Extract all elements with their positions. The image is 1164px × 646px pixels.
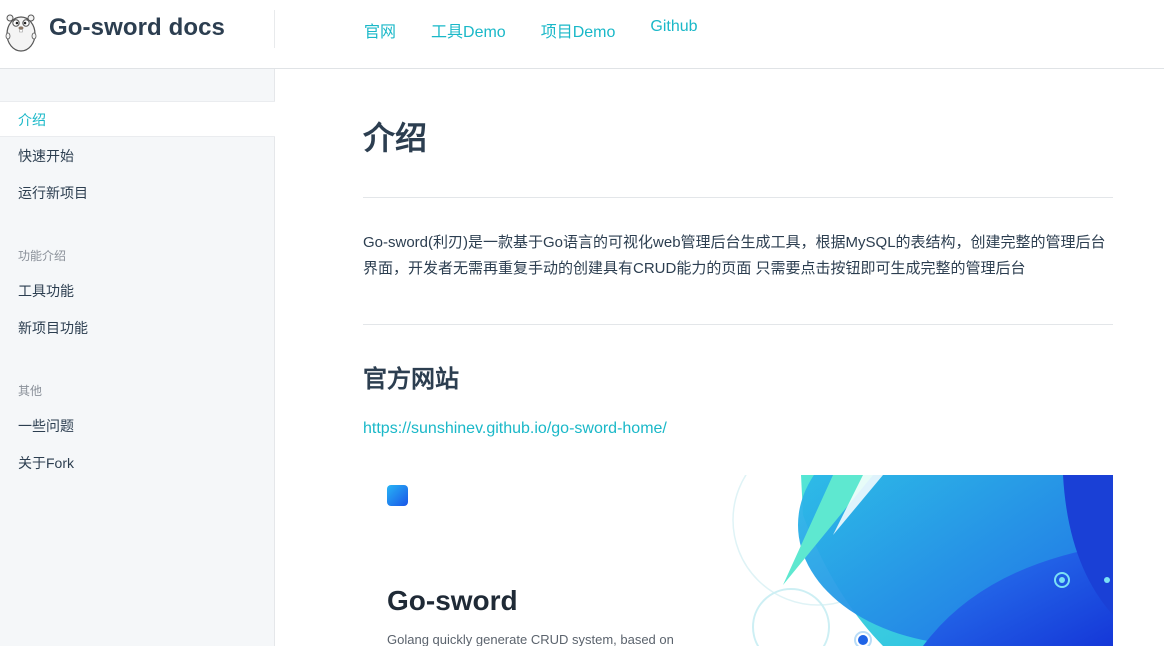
site-name[interactable]: Go-sword docs <box>49 14 225 42</box>
top-header: Go-sword docs 官网 工具Demo 项目Demo Github <box>0 0 1164 69</box>
preview-subtitle: Golang quickly generate CRUD system, bas… <box>387 632 674 646</box>
sidebar-item-new-project-features[interactable]: 新项目功能 <box>0 310 275 346</box>
sidebar-item-faq[interactable]: 一些问题 <box>0 408 275 444</box>
sidebar-group-other-title: 其他 <box>18 384 43 398</box>
sidebar: 介绍 快速开始 运行新项目 功能介绍 工具功能 新项目功能 其他 一些问题 关于… <box>0 69 275 646</box>
gopher-logo-icon[interactable] <box>4 8 38 52</box>
nav-link-official-site[interactable]: 官网 <box>364 18 396 42</box>
title-divider <box>363 197 1113 198</box>
preview-title: Go-sword <box>387 585 518 616</box>
intro-paragraph: Go-sword(利刃)是一款基于Go语言的可视化web管理后台生成工具，根据M… <box>363 234 1106 277</box>
main-content: 介绍 Go-sword(利刃)是一款基于Go语言的可视化web管理后台生成工具，… <box>276 69 1164 646</box>
preview-decoration <box>732 475 1113 646</box>
sidebar-item-tool-features[interactable]: 工具功能 <box>0 273 275 309</box>
sidebar-group-features-title: 功能介绍 <box>18 249 67 263</box>
sidebar-item-intro[interactable]: 介绍 <box>0 101 275 137</box>
top-nav: 官网 工具Demo 项目Demo Github <box>364 18 733 42</box>
section-title-official-site: 官方网站 <box>363 366 459 393</box>
sidebar-item-quick-start[interactable]: 快速开始 <box>0 138 275 174</box>
sidebar-item-about-fork[interactable]: 关于Fork <box>0 445 275 481</box>
brand-logo-icon <box>387 485 408 506</box>
homepage-preview-image: Go-sword Golang quickly generate CRUD sy… <box>363 475 1113 646</box>
sidebar-item-run-new-project[interactable]: 运行新项目 <box>0 175 275 211</box>
header-divider <box>274 10 275 48</box>
section-divider <box>363 324 1113 325</box>
nav-link-project-demo[interactable]: 项目Demo <box>541 18 616 42</box>
official-site-link[interactable]: https://sunshinev.github.io/go-sword-hom… <box>363 420 667 438</box>
page-title: 介绍 <box>363 120 428 156</box>
nav-link-tool-demo[interactable]: 工具Demo <box>431 18 506 42</box>
nav-link-github[interactable]: Github <box>650 18 697 42</box>
